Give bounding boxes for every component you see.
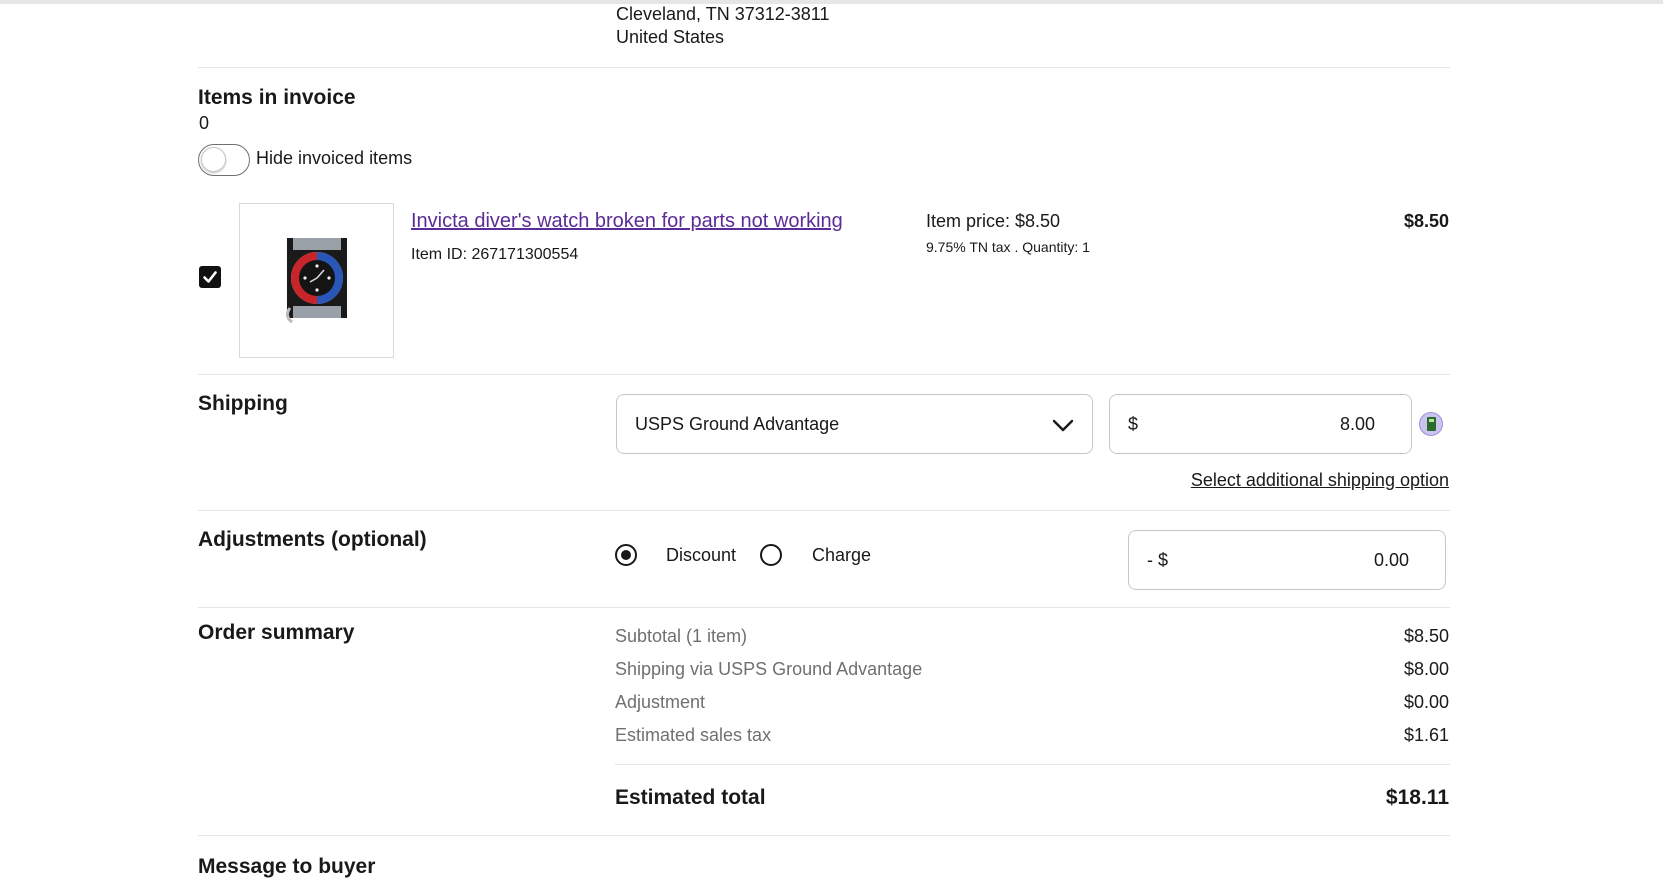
summary-row-label: Subtotal (1 item) bbox=[615, 626, 748, 646]
select-additional-shipping-link[interactable]: Select additional shipping option bbox=[1191, 470, 1449, 491]
divider bbox=[198, 510, 1450, 511]
estimated-total-label: Estimated total bbox=[615, 786, 766, 809]
calculator-icon[interactable] bbox=[1419, 412, 1443, 436]
hide-invoiced-items-toggle[interactable] bbox=[198, 144, 250, 176]
items-count: 0 bbox=[199, 113, 210, 133]
watch-photo-icon bbox=[285, 238, 347, 324]
item-line-total: $8.50 bbox=[1403, 211, 1449, 231]
item-thumbnail[interactable] bbox=[239, 203, 394, 358]
shipping-cost-input[interactable]: $ 8.00 bbox=[1109, 394, 1412, 454]
summary-row-label: Estimated sales tax bbox=[615, 725, 772, 745]
adjustments-title: Adjustments (optional) bbox=[198, 528, 427, 551]
toggle-knob bbox=[201, 147, 226, 172]
shipping-service-value: USPS Ground Advantage bbox=[635, 414, 840, 434]
discount-radio[interactable] bbox=[615, 544, 637, 566]
hide-invoiced-items-label[interactable]: Hide invoiced items bbox=[256, 148, 412, 169]
divider bbox=[198, 835, 1450, 836]
item-tax-quantity: 9.75% TN tax . Quantity: 1 bbox=[926, 239, 1090, 255]
item-id: Item ID: 267171300554 bbox=[411, 246, 579, 263]
adjustment-amount-input[interactable]: - $ 0.00 bbox=[1128, 530, 1446, 590]
address-city-line: Cleveland, TN 37312-3811 bbox=[616, 4, 830, 24]
address-country: United States bbox=[616, 27, 725, 47]
divider bbox=[198, 374, 1450, 375]
summary-row-value: $0.00 bbox=[1403, 692, 1449, 712]
discount-label[interactable]: Discount bbox=[666, 545, 736, 566]
charge-radio[interactable] bbox=[760, 544, 782, 566]
checkmark-icon bbox=[203, 271, 217, 283]
shipping-title: Shipping bbox=[198, 392, 288, 415]
adjustment-prefix: - $ bbox=[1147, 550, 1169, 570]
estimated-total-value: $18.11 bbox=[1385, 786, 1449, 809]
divider bbox=[198, 607, 1450, 608]
shipping-cost-value: 8.00 bbox=[1339, 414, 1375, 434]
summary-row-value: $1.61 bbox=[1403, 725, 1449, 745]
summary-row-label: Shipping via USPS Ground Advantage bbox=[615, 659, 923, 679]
charge-label[interactable]: Charge bbox=[812, 545, 871, 566]
item-title-link[interactable]: Invicta diver's watch broken for parts n… bbox=[411, 210, 843, 233]
shipping-service-select[interactable]: USPS Ground Advantage bbox=[616, 394, 1093, 454]
summary-row-label: Adjustment bbox=[615, 692, 706, 712]
top-border bbox=[0, 0, 1663, 4]
items-in-invoice-title: Items in invoice bbox=[198, 86, 356, 109]
summary-row-value: $8.50 bbox=[1403, 626, 1449, 646]
currency-symbol: $ bbox=[1128, 414, 1139, 434]
item-checkbox[interactable] bbox=[199, 266, 221, 288]
summary-divider bbox=[615, 764, 1450, 765]
message-to-buyer-title: Message to buyer bbox=[198, 855, 376, 878]
chevron-down-icon bbox=[1052, 419, 1074, 432]
divider bbox=[198, 67, 1450, 68]
order-summary-title: Order summary bbox=[198, 621, 355, 644]
item-price: Item price: $8.50 bbox=[926, 211, 1061, 231]
summary-row-value: $8.00 bbox=[1403, 659, 1449, 679]
adjustment-amount-value: 0.00 bbox=[1373, 550, 1409, 570]
